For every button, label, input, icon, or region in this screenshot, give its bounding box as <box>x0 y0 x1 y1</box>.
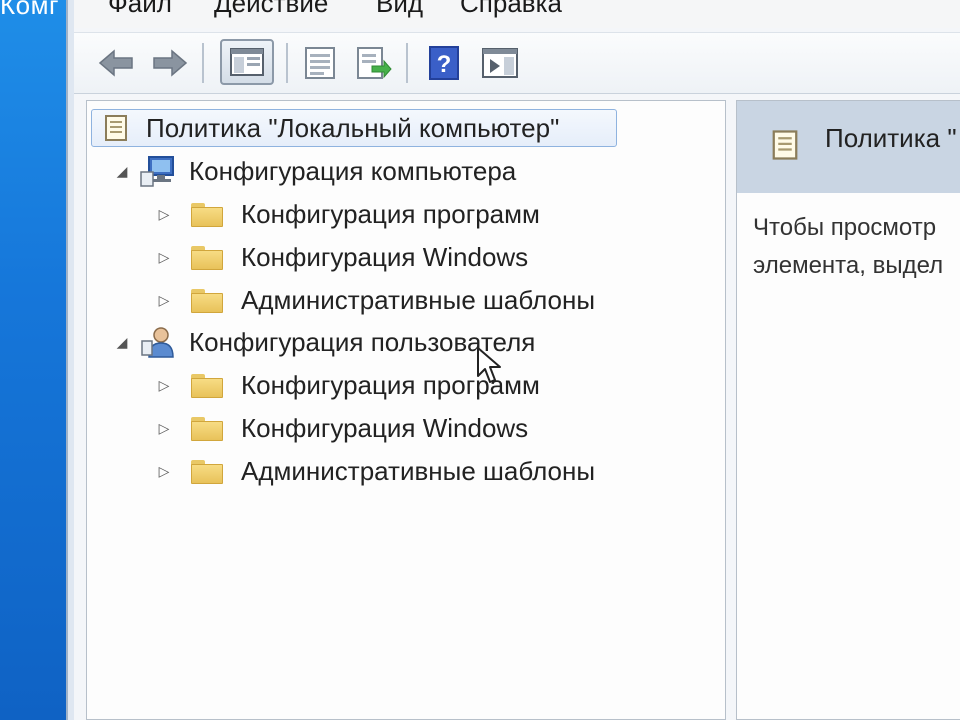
mmc-window: Файл Действие Вид Справка ? Политика "Ло… <box>66 0 960 720</box>
menu-help[interactable]: Справка <box>460 0 562 19</box>
desktop-window-title: Комг <box>0 0 59 20</box>
folder-icon <box>191 458 223 484</box>
folder-icon <box>191 201 223 227</box>
tree-item-windows-settings[interactable]: ▷ Конфигурация Windows <box>153 237 529 277</box>
menu-view[interactable]: Вид <box>376 0 423 19</box>
window-client-area: Файл Действие Вид Справка ? Политика "Ло… <box>74 0 960 720</box>
folder-icon <box>191 287 223 313</box>
desktop-background: Комг <box>0 0 70 720</box>
policy-scroll-icon <box>105 115 127 141</box>
mouse-cursor-icon <box>477 347 501 383</box>
tree-item-software-settings[interactable]: ▷ Конфигурация программ <box>153 194 540 234</box>
export-list-icon[interactable] <box>352 41 396 85</box>
description-line: элемента, выдел <box>753 252 944 279</box>
collapsed-triangle-icon[interactable]: ▷ <box>153 292 175 309</box>
svg-text:?: ? <box>437 51 452 78</box>
tree-item-label: Конфигурация Windows <box>241 241 529 272</box>
computer-config-icon <box>140 156 174 187</box>
menu-file[interactable]: Файл <box>108 0 172 19</box>
tree-item-admin-templates[interactable]: ▷ Административные шаблоны <box>153 451 595 491</box>
back-arrow-icon[interactable] <box>94 41 138 85</box>
collapsed-triangle-icon[interactable]: ▷ <box>153 463 175 480</box>
folder-icon <box>191 415 223 441</box>
user-config-icon <box>141 327 174 358</box>
expanded-triangle-icon[interactable]: ◢ <box>111 334 133 351</box>
collapsed-triangle-icon[interactable]: ▷ <box>153 206 175 223</box>
action-pane-icon[interactable] <box>478 41 522 85</box>
collapsed-triangle-icon[interactable]: ▷ <box>153 420 175 437</box>
toolbar-separator <box>406 43 408 83</box>
description-line: Чтобы просмотр <box>753 214 937 241</box>
collapsed-triangle-icon[interactable]: ▷ <box>153 249 175 266</box>
show-hide-tree-icon[interactable] <box>220 39 274 85</box>
toolbar-separator <box>202 43 204 83</box>
console-tree-pane: Политика "Локальный компьютер" ◢ Конфигу… <box>86 100 726 720</box>
tree-item-admin-templates[interactable]: ▷ Административные шаблоны <box>153 280 595 320</box>
folder-icon <box>191 372 223 398</box>
tree-item-label: Административные шаблоны <box>241 455 596 486</box>
collapsed-triangle-icon[interactable]: ▷ <box>153 377 175 394</box>
expanded-triangle-icon[interactable]: ◢ <box>111 163 133 180</box>
tree-item-user-config[interactable]: ◢ Конфигурация пользователя <box>111 322 535 362</box>
menu-bar: Файл Действие Вид Справка <box>74 0 960 28</box>
properties-icon[interactable] <box>298 41 342 85</box>
result-pane-description: Чтобы просмотр элемента, выдел <box>753 209 943 285</box>
menu-action[interactable]: Действие <box>214 0 328 19</box>
forward-arrow-icon[interactable] <box>148 41 192 85</box>
result-pane: Политика " Чтобы просмотр элемента, выде… <box>736 100 960 720</box>
toolbar: ? <box>74 32 960 94</box>
folder-icon <box>191 244 223 270</box>
help-icon[interactable]: ? <box>422 41 466 85</box>
toolbar-separator <box>286 43 288 83</box>
result-pane-header: Политика " <box>737 101 960 193</box>
policy-scroll-icon <box>772 130 798 160</box>
result-pane-title: Политика " <box>825 123 957 153</box>
tree-root-local-policy[interactable]: Политика "Локальный компьютер" <box>91 109 617 147</box>
tree-item-label: Конфигурация Windows <box>241 412 529 443</box>
tree-root-label: Политика "Локальный компьютер" <box>146 112 560 143</box>
tree-item-computer-config[interactable]: ◢ Конфигурация компьютера <box>111 151 516 191</box>
tree-item-label: Конфигурация компьютера <box>189 155 517 186</box>
tree-item-windows-settings[interactable]: ▷ Конфигурация Windows <box>153 408 529 448</box>
tree-item-label: Конфигурация программ <box>241 198 540 229</box>
tree-item-label: Административные шаблоны <box>241 284 596 315</box>
